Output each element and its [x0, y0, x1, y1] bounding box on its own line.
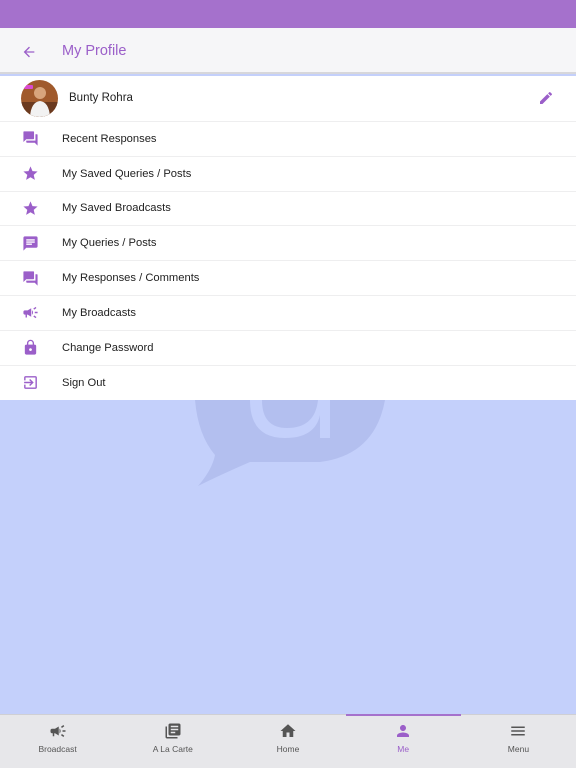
brand-watermark: [195, 400, 385, 486]
status-bar: [0, 0, 576, 28]
menu-item-saved-broadcasts[interactable]: My Saved Broadcasts: [0, 192, 576, 227]
menu-item-label: My Queries / Posts: [62, 237, 157, 250]
lock-icon: [21, 339, 39, 357]
menu-item-my-broadcasts[interactable]: My Broadcasts: [0, 296, 576, 331]
tab-broadcast[interactable]: Broadcast: [0, 715, 115, 768]
tab-label: Broadcast: [38, 744, 77, 754]
user-name: Bunty Rohra: [69, 92, 133, 104]
menu-item-label: Sign Out: [62, 376, 106, 389]
menu-item-label: My Responses / Comments: [62, 272, 200, 285]
menu-item-label: My Broadcasts: [62, 306, 136, 319]
back-button[interactable]: [17, 40, 41, 64]
avatar[interactable]: [21, 80, 58, 117]
megaphone-icon: [49, 722, 67, 740]
page-title: My Profile: [62, 43, 127, 59]
menu-item-saved-queries[interactable]: My Saved Queries / Posts: [0, 157, 576, 192]
tab-me[interactable]: Me: [345, 714, 462, 768]
arrow-left-icon: [23, 46, 35, 58]
menu-item-sign-out[interactable]: Sign Out: [0, 366, 576, 401]
menu-item-label: Recent Responses: [62, 132, 157, 145]
tab-label: Home: [276, 744, 300, 754]
menu-item-recent-responses[interactable]: Recent Responses: [0, 122, 576, 157]
pencil-icon: [540, 91, 553, 104]
star-icon: [21, 199, 39, 217]
tab-label: Menu: [507, 744, 530, 754]
newspaper-icon: [164, 722, 182, 740]
megaphone-icon: [21, 304, 39, 322]
bottom-tab-bar: Broadcast A La Carte Home Me Menu: [0, 714, 576, 768]
menu-item-my-responses[interactable]: My Responses / Comments: [0, 261, 576, 296]
tab-label: A La Carte: [152, 744, 193, 754]
tab-menu[interactable]: Menu: [461, 715, 576, 768]
message-icon: [21, 234, 39, 252]
person-icon: [394, 722, 412, 740]
menu-item-my-queries[interactable]: My Queries / Posts: [0, 226, 576, 262]
sign-out-icon: [21, 374, 39, 392]
hamburger-icon: [509, 722, 527, 740]
menu-item-label: My Saved Queries / Posts: [62, 167, 192, 180]
menu-item-label: My Saved Broadcasts: [62, 202, 171, 215]
menu-item-label: Change Password: [62, 341, 154, 354]
tab-home[interactable]: Home: [230, 715, 345, 768]
profile-menu-list: Bunty Rohra Recent Responses My Saved Qu…: [0, 76, 576, 401]
menu-item-change-password[interactable]: Change Password: [0, 331, 576, 366]
edit-profile-button[interactable]: [536, 88, 556, 108]
profile-row[interactable]: Bunty Rohra: [0, 76, 576, 122]
forum-icon: [21, 269, 39, 287]
forum-icon: [21, 130, 39, 148]
tab-a-la-carte[interactable]: A La Carte: [115, 715, 230, 768]
app-header: My Profile: [0, 28, 576, 74]
star-icon: [21, 165, 39, 183]
home-icon: [279, 722, 297, 740]
tab-label: Me: [397, 744, 410, 754]
